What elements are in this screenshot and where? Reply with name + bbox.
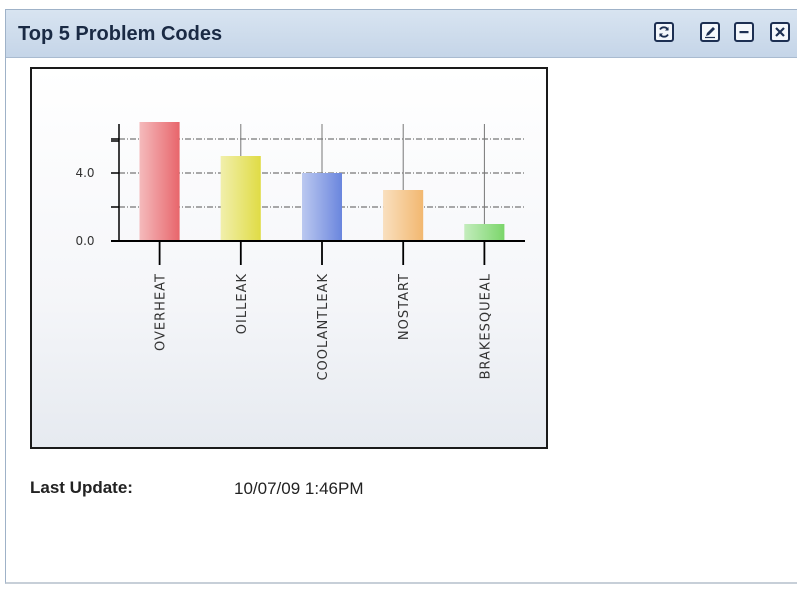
bar-highlight: [383, 190, 424, 241]
x-tick-label: COOLANTLEAK: [316, 273, 331, 381]
bar-highlight: [302, 173, 342, 241]
y-tick-label: 4.0: [75, 166, 94, 180]
bar-chart: 0.0 4.0 OVERHEAT OILLEAK COOLANTLEAK NOSTART B…: [75, 122, 525, 381]
bar-highlight: [139, 122, 180, 241]
last-update-label: Last Update:: [30, 478, 133, 497]
pagelet-title: Top 5 Problem Codes: [18, 23, 223, 45]
edit-button[interactable]: [700, 22, 720, 42]
close-icon: [775, 27, 785, 37]
x-tick-label: OILLEAK: [235, 273, 250, 334]
minimize-icon: [739, 31, 749, 34]
x-tick-label: NOSTART: [397, 273, 412, 340]
bar-highlight: [220, 156, 261, 241]
last-update-value: 10/07/09 1:46PM: [234, 479, 364, 498]
close-button[interactable]: [770, 22, 790, 42]
minimize-button[interactable]: [734, 22, 754, 42]
pagelet-header: Top 5 Problem Codes: [6, 10, 797, 58]
y-tick-label: 0.0: [75, 234, 94, 248]
chart-frame: 0.0 4.0 OVERHEAT OILLEAK COOLANTLEAK NOSTART B…: [30, 67, 548, 449]
x-tick-label: OVERHEAT: [154, 273, 169, 351]
refresh-icon: [659, 26, 669, 38]
bar-highlight: [464, 224, 505, 241]
x-tick-label: BRAKESQUEAL: [478, 273, 493, 379]
edit-icon: [705, 27, 715, 39]
refresh-button[interactable]: [654, 22, 674, 42]
